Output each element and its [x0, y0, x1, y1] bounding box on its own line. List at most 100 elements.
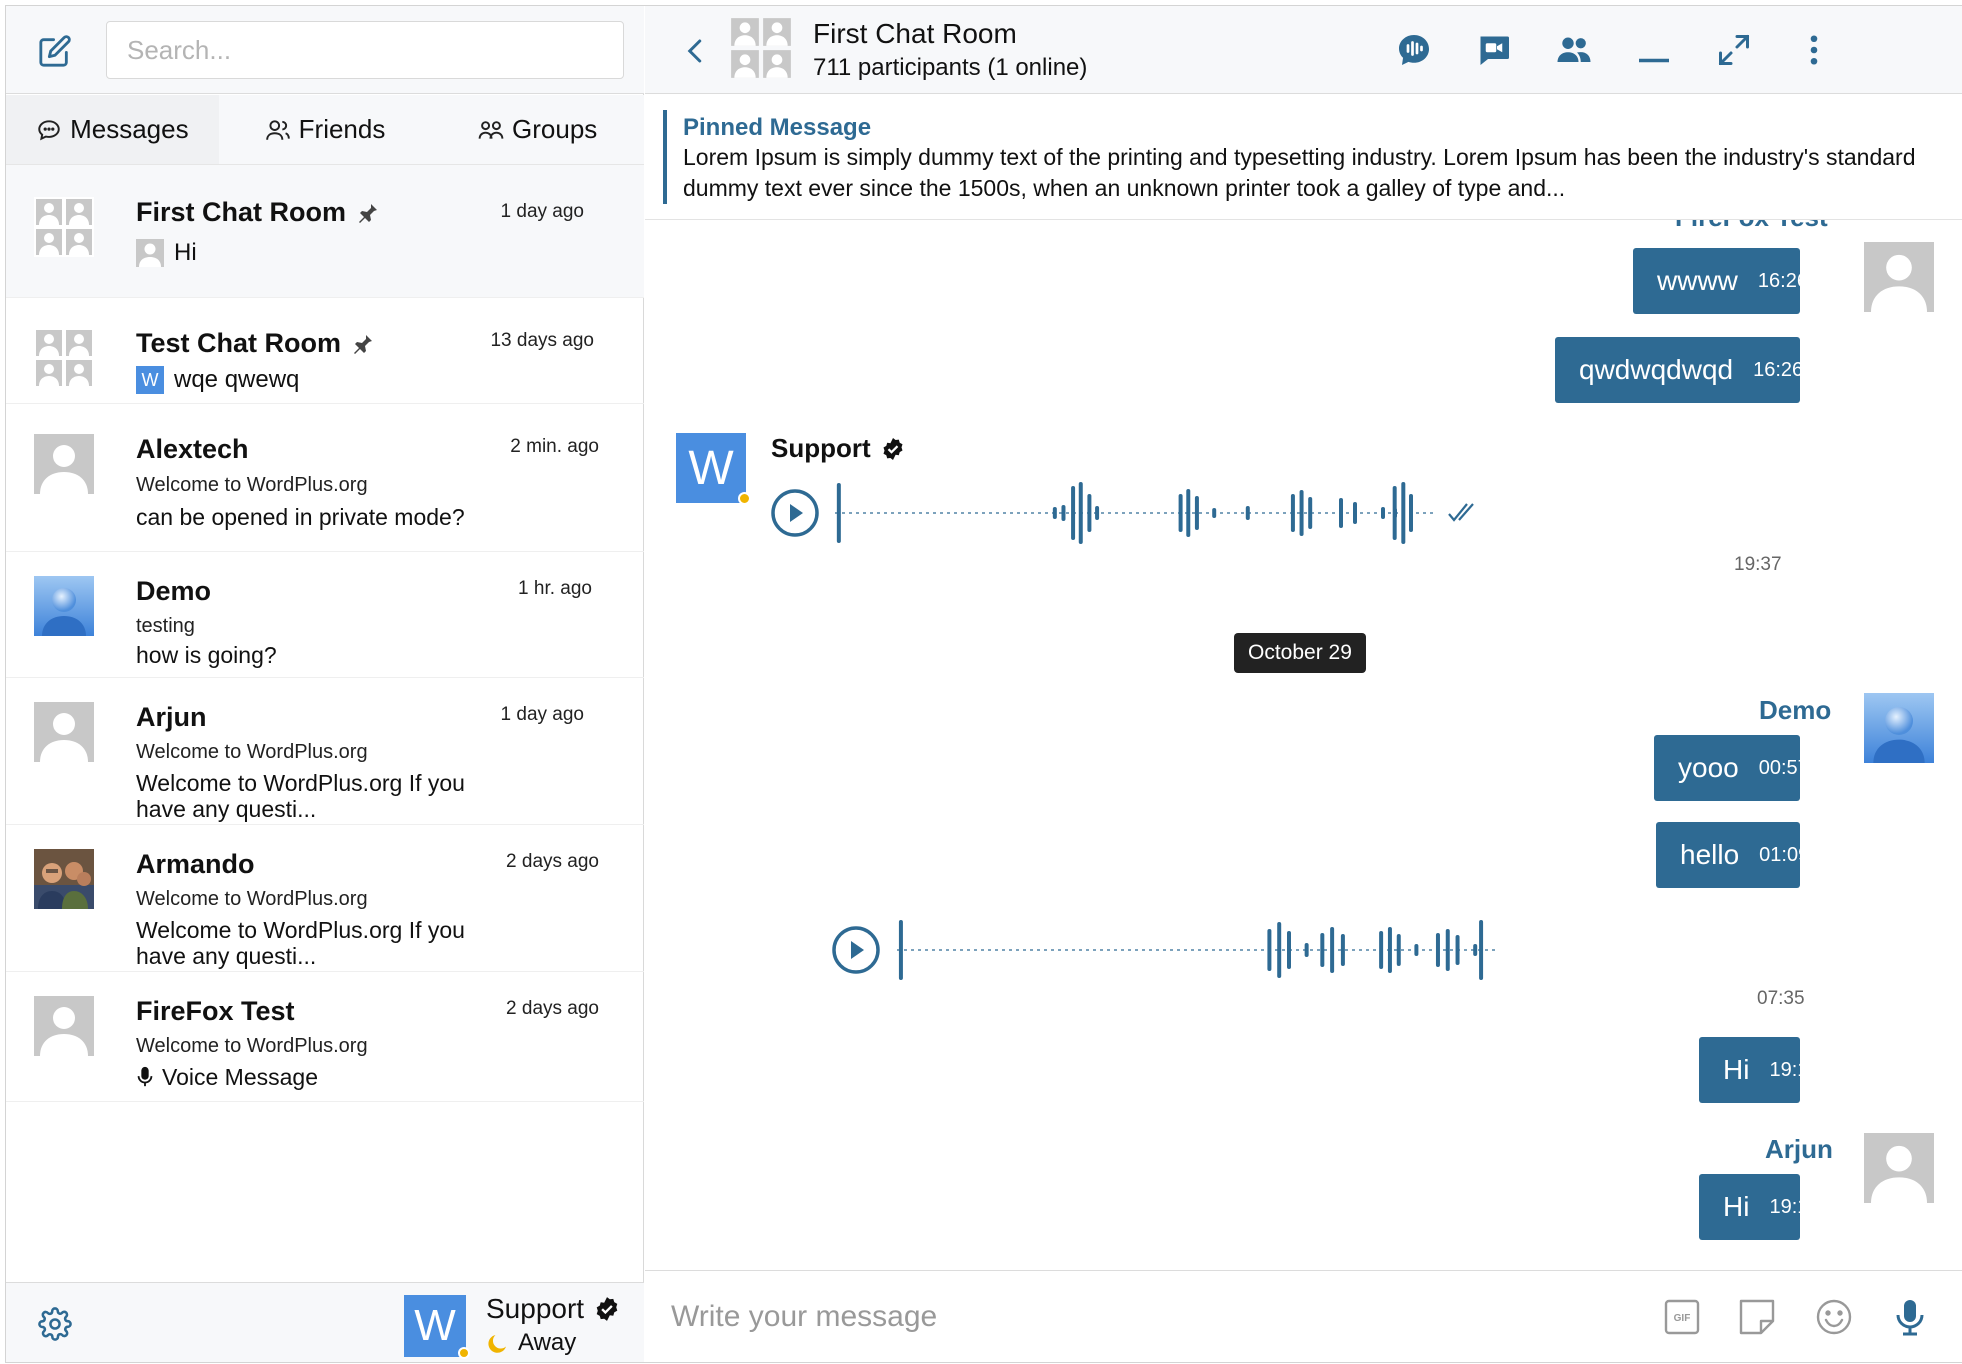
current-user-status-text: Away: [518, 1329, 577, 1356]
conversation-subtitle: Welcome to WordPlus.org: [136, 741, 368, 763]
message-text: Hi: [1723, 1191, 1750, 1222]
message-time: 00:57: [1758, 756, 1809, 779]
user-avatar[interactable]: [1864, 1133, 1934, 1203]
conversation-time: 1 hr. ago: [518, 578, 592, 599]
voice-waveform[interactable]: [835, 478, 1435, 548]
message-bubble[interactable]: hello 01:09: [1656, 822, 1809, 888]
conversation-name-text: First Chat Room: [136, 197, 347, 227]
conversation-time: 1 day ago: [500, 201, 584, 222]
compose-icon[interactable]: [38, 34, 72, 68]
users-icon: [265, 119, 290, 140]
message-text: wwww: [1657, 265, 1738, 296]
participants-icon[interactable]: [1556, 32, 1592, 68]
user-avatar: [136, 239, 164, 267]
minimize-icon[interactable]: [1636, 32, 1672, 68]
tab-messages[interactable]: Messages: [6, 95, 219, 164]
video-call-icon[interactable]: [1476, 32, 1512, 68]
conversation-name: Test Chat Room: [136, 328, 375, 359]
conversation-name-text: Alextech: [136, 434, 249, 464]
verified-icon: [883, 437, 903, 460]
audio-call-icon[interactable]: [1396, 32, 1432, 68]
chat-panel: First Chat Room 711 participants (1 onli…: [645, 6, 1962, 1362]
expand-icon[interactable]: [1716, 32, 1752, 68]
verified-icon: [596, 1297, 618, 1321]
conversation-subtitle: Welcome to WordPlus.org: [136, 888, 368, 910]
message-list: FireFox Test wwww 16:26 qwdwqdwqd 16:26 …: [645, 220, 1962, 1270]
voice-waveform[interactable]: [897, 915, 1497, 985]
conversation-preview-text: Voice Message: [162, 1064, 318, 1090]
gif-icon[interactable]: GIF: [1662, 1297, 1702, 1337]
away-status-dot: [458, 1347, 470, 1359]
conversation-name: Arjun: [136, 702, 207, 733]
user-avatar: [34, 434, 94, 494]
room-title: First Chat Room: [813, 18, 1017, 49]
double-check-icon: [1448, 503, 1474, 522]
conversation-item[interactable]: First Chat Room 1 day ago Hi: [6, 165, 644, 298]
sticker-icon[interactable]: [1737, 1297, 1777, 1337]
tab-bar: Messages Friends Groups: [6, 95, 644, 165]
conversation-subtitle: Welcome to WordPlus.org: [136, 474, 368, 496]
message-bubble[interactable]: yooo 00:57: [1654, 735, 1809, 801]
user-avatar[interactable]: [1864, 242, 1934, 312]
conversation-item[interactable]: Test Chat Room 13 days ago W wqe qwewq: [6, 298, 644, 404]
conversation-item[interactable]: FireFox Test 2 days ago Welcome to WordP…: [6, 972, 644, 1102]
conversation-item[interactable]: Armando 2 days ago Welcome to WordPlus.o…: [6, 825, 644, 972]
current-user-avatar[interactable]: W: [404, 1295, 466, 1357]
message-text: qwdwqdwqd: [1579, 354, 1734, 385]
message-bubble[interactable]: Hi 19:19: [1699, 1174, 1820, 1240]
conversation-time: 1 day ago: [500, 704, 584, 725]
pin-icon: [359, 203, 378, 223]
current-user-status[interactable]: Away: [486, 1329, 576, 1357]
back-arrow-icon[interactable]: [681, 36, 711, 66]
conversation-time: 2 days ago: [506, 851, 599, 872]
message-sender-text: Support: [771, 433, 871, 463]
user-footer: W Support Away: [6, 1282, 644, 1362]
message-bubble[interactable]: qwdwqdwqd 16:26: [1555, 337, 1803, 403]
more-icon[interactable]: [1796, 32, 1832, 68]
conversation-preview-text: how is going?: [136, 642, 277, 668]
gear-icon[interactable]: [38, 1307, 72, 1341]
online-status-dot: [738, 492, 751, 505]
message-bubble[interactable]: Hi 19:12: [1699, 1037, 1820, 1103]
play-button-icon[interactable]: [831, 925, 881, 975]
message-bubble[interactable]: wwww 16:26: [1633, 248, 1808, 314]
conversation-preview: Voice Message: [136, 1064, 466, 1090]
tab-groups[interactable]: Groups: [431, 95, 644, 164]
room-participants[interactable]: 711 participants (1 online): [813, 54, 1087, 82]
emoji-icon[interactable]: [1814, 1297, 1854, 1337]
message-time: 19:19: [1769, 1195, 1820, 1218]
conversation-item[interactable]: Alextech 2 min. ago Welcome to WordPlus.…: [6, 404, 644, 552]
message-text: yooo: [1678, 752, 1739, 783]
conversation-item[interactable]: Demo 1 hr. ago testing how is going?: [6, 552, 644, 678]
conversation-preview-text: wqe qwewq: [174, 366, 300, 393]
conversation-name: Demo: [136, 576, 211, 607]
user-avatar: [34, 996, 94, 1056]
conversation-name-text: FireFox Test: [136, 996, 295, 1026]
play-button-icon[interactable]: [770, 488, 820, 538]
current-user-name-text: Support: [486, 1293, 585, 1324]
tab-friends[interactable]: Friends: [219, 95, 432, 164]
microphone-icon: [137, 1066, 153, 1087]
message-time: 01:09: [1759, 843, 1810, 866]
user-avatar: [34, 702, 94, 762]
tab-groups-label: Groups: [512, 114, 598, 144]
conversation-preview: Hi: [136, 239, 197, 267]
conversation-preview: W wqe qwewq: [136, 366, 299, 394]
message-time: 16:26: [1757, 269, 1808, 292]
demo-avatar[interactable]: [1864, 693, 1934, 763]
chat-bubble-icon: [38, 119, 60, 140]
room-avatar: [729, 16, 793, 80]
microphone-icon[interactable]: [1890, 1297, 1930, 1337]
support-avatar[interactable]: W: [676, 433, 746, 503]
pinned-message[interactable]: Pinned Message Lorem Ipsum is simply dum…: [663, 110, 1943, 204]
conversation-item[interactable]: Arjun 1 day ago Welcome to WordPlus.org …: [6, 678, 644, 825]
search-input[interactable]: [106, 21, 624, 79]
conversation-name-text: Demo: [136, 576, 212, 606]
conversation-name: Armando: [136, 849, 255, 880]
message-text: hello: [1680, 839, 1740, 870]
date-separator: October 29: [1234, 633, 1366, 673]
conversation-list: First Chat Room 1 day ago Hi Test Chat R…: [6, 165, 644, 1282]
conversation-subtitle: Welcome to WordPlus.org: [136, 1035, 368, 1057]
message-input[interactable]: [671, 1289, 1571, 1345]
pinned-message-title: Pinned Message: [683, 114, 872, 141]
